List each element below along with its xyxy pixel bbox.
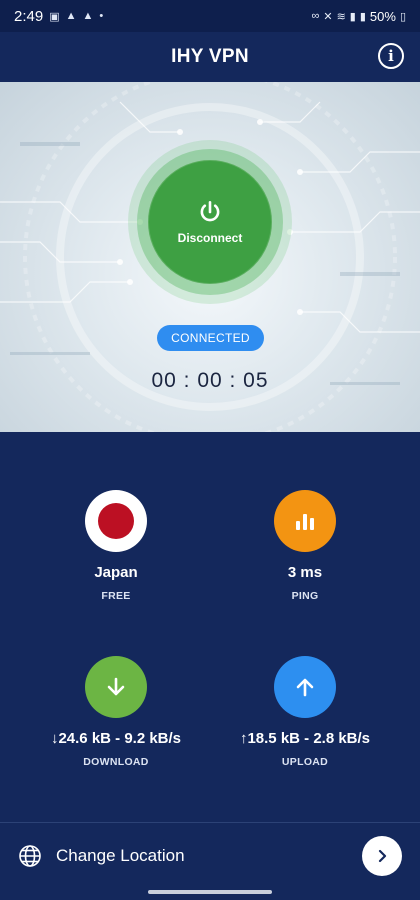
link-icon: ∞ [311, 10, 320, 22]
battery-icon: ▯ [399, 10, 406, 23]
upload-arrow-glyph [296, 678, 314, 697]
ping-value: 3 ms [287, 564, 323, 581]
signal-icon: ▮ [349, 10, 356, 23]
image-icon: ▣ [49, 10, 60, 23]
home-indicator[interactable] [148, 890, 272, 894]
download-label: DOWNLOAD [83, 756, 149, 768]
signal-bars-icon [274, 490, 336, 552]
status-time: 2:49 [14, 7, 44, 25]
change-location-label[interactable]: Change Location [56, 846, 185, 866]
chevron-right-glyph [378, 849, 387, 862]
connection-hero: Disconnect CONNECTED 00 : 00 : 05 [0, 82, 420, 432]
battery-level: 50% [369, 8, 396, 24]
disconnect-button[interactable]: Disconnect [148, 160, 272, 284]
up-icon: ▲ [82, 10, 94, 22]
power-glow-outer: Disconnect [128, 140, 292, 304]
flag-sun [98, 503, 134, 539]
vpn-app-screen: 2:49 ▣ ▲ ▲ • ∞ ✕ ≋ ▮ ▮ 50% ▯ IHY VPN i D… [0, 0, 420, 900]
mute-icon: ✕ [323, 10, 333, 23]
status-left: 2:49 ▣ ▲ ▲ • [14, 8, 103, 25]
location-name: Japan [94, 564, 138, 581]
upload-arrow-icon [274, 656, 336, 718]
app-title: IHY VPN [171, 46, 249, 67]
signal-bars-glyph [296, 514, 314, 530]
app-header: IHY VPN i [0, 32, 420, 82]
download-arrow-glyph [107, 677, 125, 696]
download-arrow-icon [85, 656, 147, 718]
connection-timer: 00 : 00 : 05 [151, 369, 269, 392]
download-stat: ↓24.6 kB - 9.2 kB/s DOWNLOAD [16, 656, 216, 768]
status-right: ∞ ✕ ≋ ▮ ▮ 50% ▯ [312, 9, 407, 24]
globe-icon [19, 844, 41, 867]
download-value: ↓24.6 kB - 9.2 kB/s [50, 730, 182, 747]
wifi-icon: ≋ [336, 10, 346, 23]
power-icon [200, 200, 220, 222]
japan-flag-icon [85, 490, 147, 552]
chevron-right-icon[interactable] [362, 835, 402, 876]
ping-stat: 3 ms PING [205, 490, 405, 602]
disconnect-label: Disconnect [177, 231, 243, 245]
upload-label: UPLOAD [281, 756, 329, 768]
ping-label: PING [291, 590, 319, 602]
change-location-bar[interactable]: Change Location [0, 822, 420, 888]
upload-value: ↑18.5 kB - 2.8 kB/s [239, 730, 371, 747]
info-icon[interactable]: i [378, 43, 404, 69]
power-glow-inner: Disconnect [137, 149, 283, 295]
stats-grid: Japan FREE 3 ms PING ↓24.6 kB - 9.2 kB/s [0, 432, 420, 822]
up-icon: ▲ [65, 10, 77, 22]
location-stat[interactable]: Japan FREE [16, 490, 216, 602]
system-status-bar: 2:49 ▣ ▲ ▲ • ∞ ✕ ≋ ▮ ▮ 50% ▯ [0, 0, 420, 32]
upload-stat: ↑18.5 kB - 2.8 kB/s UPLOAD [205, 656, 405, 768]
dot-icon: • [99, 10, 104, 22]
signal-icon: ▮ [359, 10, 366, 23]
connection-status-badge: CONNECTED [157, 325, 264, 351]
location-tier: FREE [101, 590, 131, 602]
